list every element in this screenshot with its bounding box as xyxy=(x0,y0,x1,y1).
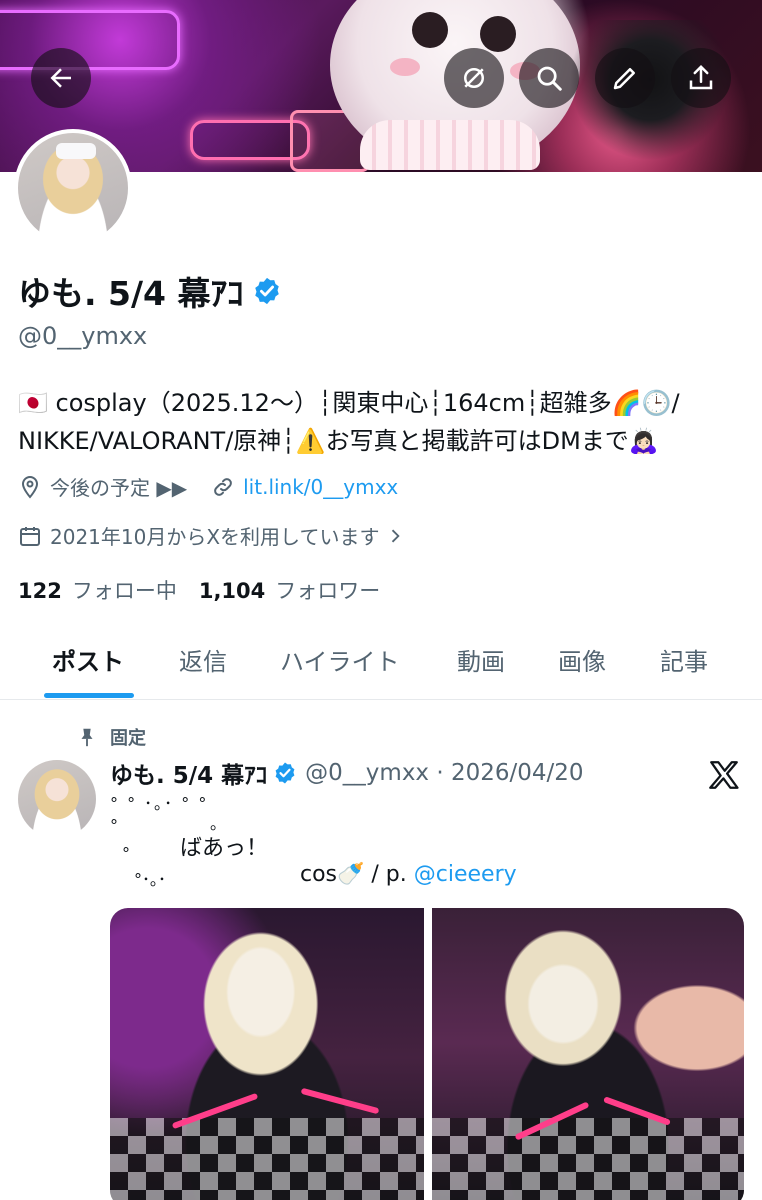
post-author-handle-date[interactable]: @0__ymxx · 2026/04/20 xyxy=(305,760,583,786)
grok-icon xyxy=(464,68,484,88)
profile-joined-row[interactable]: 2021年10月からXを利用しています xyxy=(18,521,405,550)
link-icon xyxy=(214,477,232,496)
calendar-icon xyxy=(20,526,40,546)
profile-website-link[interactable]: lit.link/0__ymxx xyxy=(243,475,398,499)
profile-bio: 🇯🇵 cosplay（2025.12～）┆関東中心┆164cm┆超雑多🌈🕒/ N… xyxy=(18,384,748,460)
image-floor-pattern xyxy=(432,1118,744,1200)
pencil-icon xyxy=(613,68,635,90)
post-mention-link[interactable]: @cieeery xyxy=(414,862,517,887)
back-arrow-icon xyxy=(50,68,71,88)
pin-icon xyxy=(81,728,93,747)
post-text-line: ばあっ！ xyxy=(180,836,269,861)
post-text-line: ° xyxy=(110,816,118,835)
post-cos-credit: cos🍼 / p. xyxy=(300,862,414,887)
pinned-label: 固定 xyxy=(110,728,146,749)
search-icon xyxy=(537,66,562,91)
tab-articles[interactable]: 記事 xyxy=(660,642,708,677)
post-image[interactable] xyxy=(432,908,744,1200)
image-floor-pattern xyxy=(110,1118,424,1200)
post-image[interactable] xyxy=(110,908,424,1200)
pinned-indicator: 固定 xyxy=(76,724,146,750)
post-header: ゆも. 5/4 幕ｱｺ @0__ymxx · 2026/04/20 xyxy=(110,756,584,790)
location-pin-icon xyxy=(21,475,39,499)
tab-highlights[interactable]: ハイライト xyxy=(280,642,400,677)
tab-images[interactable]: 画像 xyxy=(558,642,606,677)
post-text-line: °･｡･ xyxy=(134,870,167,889)
profile-tabs: ポスト 返信 ハイライト 動画 画像 記事 xyxy=(0,622,762,700)
banner-spider-prop xyxy=(560,20,760,170)
tab-videos[interactable]: 動画 xyxy=(457,642,505,677)
bio-line: 🇯🇵 cosplay（2025.12～）┆関東中心┆164cm┆超雑多🌈🕒/ xyxy=(18,389,680,417)
chevron-right-icon xyxy=(392,529,401,542)
verified-badge-icon[interactable] xyxy=(252,276,282,306)
share-icon xyxy=(689,64,713,90)
tab-posts[interactable]: ポスト xyxy=(52,642,124,677)
grok-button[interactable] xyxy=(444,48,504,108)
following-label[interactable]: フォロー中 xyxy=(72,575,177,605)
edit-button[interactable] xyxy=(595,48,655,108)
display-name: ゆも. 5/4 幕ｱｺ xyxy=(18,274,244,313)
follow-stats: 122 フォロー中 1,104 フォロワー xyxy=(18,575,402,605)
following-count[interactable]: 122 xyxy=(18,579,62,603)
profile-joined-date: 2021年10月からXを利用しています xyxy=(50,525,380,549)
post-text-line: ° ° ･｡･ ° ° xyxy=(110,794,209,813)
profile-handle: @0__ymxx xyxy=(18,322,148,350)
post-text-line: cos🍼 / p. @cieeery xyxy=(300,862,517,887)
banner-neon-light xyxy=(0,10,180,70)
back-button[interactable] xyxy=(31,48,91,108)
active-tab-indicator xyxy=(44,693,134,698)
search-button[interactable] xyxy=(519,48,579,108)
bio-line: NIKKE/VALORANT/原神┆⚠️お写真と掲載許可はDMまで🙇🏻‍♀️ xyxy=(18,427,659,455)
post-author-avatar[interactable] xyxy=(18,760,96,838)
post-text-line: ° xyxy=(122,844,130,863)
profile-name-row: ゆも. 5/4 幕ｱｺ xyxy=(18,268,282,314)
post-author-name[interactable]: ゆも. 5/4 幕ｱｺ xyxy=(110,756,267,790)
tab-replies[interactable]: 返信 xyxy=(179,642,227,677)
verified-badge-icon xyxy=(275,762,295,784)
profile-meta-row: 今後の予定 ▶▶ lit.link/0__ymxx xyxy=(18,472,398,501)
profile-location: 今後の予定 ▶▶ xyxy=(50,476,188,500)
x-logo-icon xyxy=(709,761,739,789)
banner-frill xyxy=(360,120,540,170)
followers-label[interactable]: フォロワー xyxy=(275,575,380,605)
profile-avatar[interactable] xyxy=(14,129,132,247)
share-button[interactable] xyxy=(671,48,731,108)
followers-count[interactable]: 1,104 xyxy=(199,579,265,603)
